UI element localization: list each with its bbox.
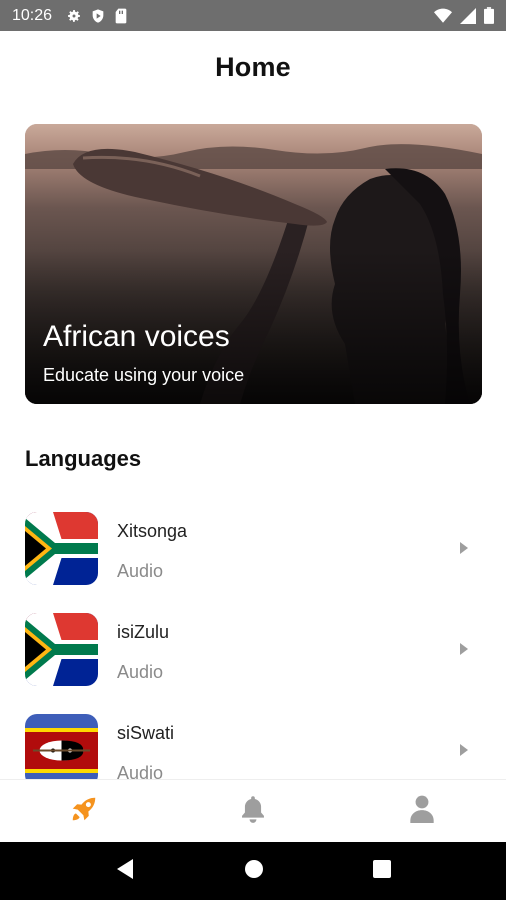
signal-icon — [460, 7, 476, 24]
back-icon[interactable] — [115, 858, 135, 885]
tab-notifications[interactable] — [223, 786, 283, 836]
wifi-icon — [434, 8, 452, 24]
chevron-right-icon — [458, 743, 470, 762]
chevron-right-icon — [458, 642, 470, 661]
recents-icon[interactable] — [373, 859, 392, 883]
hero-subtitle: Educate using your voice — [43, 365, 245, 385]
status-time: 10:26 — [12, 6, 53, 24]
language-name: isiZulu — [117, 622, 170, 642]
languages-list: Xitsonga Audio isiZulu Audio siSwati Aud… — [0, 505, 506, 779]
eswatini-flag-icon — [25, 714, 98, 779]
language-type: Audio — [117, 561, 164, 581]
user-icon — [409, 795, 434, 828]
list-item[interactable]: isiZulu Audio — [0, 606, 506, 707]
rocket-icon — [69, 794, 99, 829]
sd-card-icon — [114, 8, 128, 24]
south-africa-flag-icon — [25, 613, 98, 686]
tab-profile[interactable] — [392, 786, 452, 836]
list-item[interactable]: siSwati Audio — [0, 707, 506, 779]
bottom-navigation — [0, 779, 506, 842]
languages-heading: Languages — [25, 446, 142, 471]
home-icon[interactable] — [244, 859, 264, 884]
app-header: Home — [0, 31, 506, 103]
language-type: Audio — [117, 763, 164, 779]
south-africa-flag-icon — [25, 512, 98, 585]
tab-home[interactable] — [54, 786, 114, 836]
language-type: Audio — [117, 662, 164, 682]
chevron-right-icon — [458, 541, 470, 560]
hero-image — [25, 124, 482, 404]
hero-card[interactable]: African voices Educate using your voice — [25, 124, 482, 404]
battery-icon — [484, 7, 494, 24]
list-item[interactable]: Xitsonga Audio — [0, 505, 506, 606]
bell-icon — [239, 794, 267, 829]
language-name: siSwati — [117, 723, 175, 743]
system-navigation-bar — [0, 842, 506, 900]
language-name: Xitsonga — [117, 521, 188, 541]
status-bar: 10:26 — [0, 0, 506, 31]
page-title: Home — [215, 51, 291, 82]
gear-icon — [66, 8, 82, 24]
hero-title: African voices — [43, 320, 230, 353]
shield-play-icon — [90, 8, 106, 24]
